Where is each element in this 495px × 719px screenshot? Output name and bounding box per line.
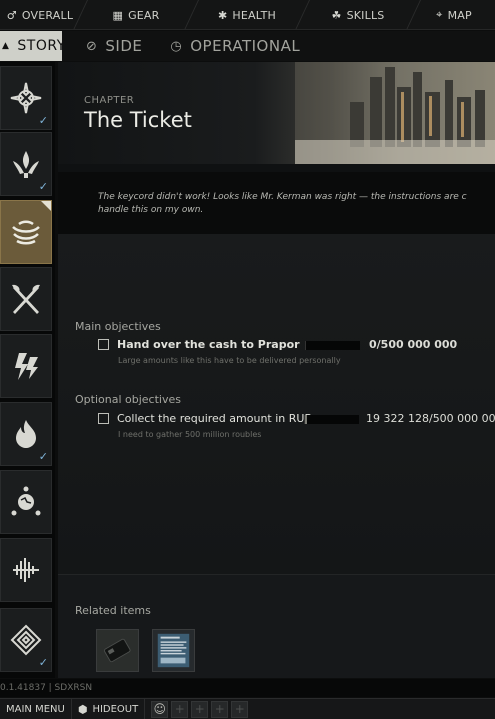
rail-item-8[interactable] [0,538,52,602]
main-objectives-title: Main objectives [75,320,161,333]
description-line-1: The keycord didn't work! Looks like Mr. … [98,192,467,202]
rail-item-7[interactable] [0,470,52,534]
globe-hands-icon [11,486,41,516]
story-icon: ▲ [2,41,10,51]
rail-item-3[interactable] [0,200,52,264]
tab-label: OPERATIONAL [190,37,301,55]
quest-type-tabs: ▲ STORY ⊘ SIDE ◷ OPERATIONAL [0,31,495,61]
maze-pattern-icon [10,624,42,656]
tab-health[interactable]: ✱ HEALTH [192,0,302,29]
objective-checkbox[interactable] [98,339,109,350]
tab-overall[interactable]: ♂ OVERALL [0,0,80,29]
gear-icon: ▦ [112,8,124,22]
main-menu-button[interactable]: MAIN MENU [0,698,72,719]
sea-waves-icon [12,220,40,245]
related-items-section: Related items [58,574,495,678]
empty-slot-icon[interactable]: + [171,700,189,718]
chapter-header: CHAPTER The Ticket [58,62,495,164]
tab-gear[interactable]: ▦ GEAR [81,0,191,29]
version-label: 0.1.41837 | SDXRSN [0,679,495,697]
objective-checkbox[interactable] [98,413,109,424]
chapter-rail: ✓ ✓ ✓ ✓ [0,62,55,678]
tab-story[interactable]: ▲ STORY [0,31,66,61]
tab-label: HEALTH [232,8,276,22]
document-item-icon [153,630,194,671]
keycard-item-icon [97,630,138,671]
related-items-title: Related items [75,604,151,617]
bottom-bar: MAIN MENU ⬢ HIDEOUT ☺ + + + + [0,698,495,719]
crossed-axes-icon [12,284,40,314]
skills-icon: ☘ [331,8,342,22]
empty-slot-icon[interactable]: + [211,700,229,718]
rail-item-9[interactable]: ✓ [0,608,52,672]
objective-count: 19 322 128/500 000 000 [366,412,495,425]
overall-icon: ♂ [6,8,17,22]
tab-label: OVERALL [21,8,74,22]
quest-panel: CHAPTER The Ticket The keycord didn't wo… [58,62,495,678]
tab-label: SKILLS [346,8,385,22]
sound-wave-icon [13,558,39,582]
wings-flame-icon [13,151,39,178]
hideout-label: HIDEOUT [92,703,139,715]
lightning-bolt-icon [15,353,38,380]
objective-text: Collect the required amount in RUB [117,412,312,425]
completed-check-icon: ✓ [38,180,48,193]
optional-objective-row: Collect the required amount in RUB [98,412,312,425]
rail-item-5[interactable] [0,334,52,398]
city-skyline-image [295,62,495,164]
rail-item-4[interactable] [0,267,52,331]
rail-item-2[interactable]: ✓ [0,132,52,196]
optional-objectives-title: Optional objectives [75,393,181,406]
compass-star-icon [10,82,42,114]
tab-label: MAP [447,8,472,22]
rail-item-6[interactable]: ✓ [0,402,52,466]
completed-check-icon: ✓ [38,656,48,669]
side-check-icon: ⊘ [86,38,98,54]
objectives-area: Main objectives Hand over the cash to Pr… [58,234,495,574]
objective-progress-bar [304,415,359,424]
top-tabs: ♂ OVERALL ▦ GEAR ✱ HEALTH ☘ SKILLS ⌖ MAP [0,0,495,30]
completed-check-icon: ✓ [38,450,48,463]
hideout-button[interactable]: ⬢ HIDEOUT [72,698,146,719]
empty-slot-icon[interactable]: + [231,700,249,718]
rail-item-1[interactable]: ✓ [0,66,52,130]
tab-label: STORY [17,38,66,54]
hideout-icon: ⬢ [77,702,88,716]
tab-label: SIDE [105,37,143,55]
chapter-title: The Ticket [84,108,192,132]
chapter-label: CHAPTER [84,95,135,106]
objective-note: I need to gather 500 million roubles [118,430,262,439]
main-objective-row: Hand over the cash to Prapor [98,338,300,351]
tab-side[interactable]: ⊘ SIDE [72,31,156,61]
related-item-keycard[interactable] [96,629,139,672]
objective-progress-bar [305,341,360,350]
chapter-description: The keycord didn't work! Looks like Mr. … [98,191,495,217]
objective-text: Hand over the cash to Prapor [117,338,300,351]
character-slot-icon[interactable]: ☺ [151,700,169,718]
objective-note: Large amounts like this have to be deliv… [118,356,341,365]
tab-label: GEAR [128,8,160,22]
completed-check-icon: ✓ [38,114,48,127]
main-menu-label: MAIN MENU [6,703,65,715]
tab-map[interactable]: ⌖ MAP [414,0,494,29]
tab-skills[interactable]: ☘ SKILLS [303,0,413,29]
progress-fill [305,415,308,424]
selected-corner-marker [41,201,51,211]
objective-count: 0/500 000 000 [369,338,458,351]
description-line-2: handle this on my own. [98,205,204,215]
tab-operational[interactable]: ◷ OPERATIONAL [156,31,314,61]
health-icon: ✱ [218,8,228,22]
empty-slot-icon[interactable]: + [191,700,209,718]
map-pin-icon: ⌖ [436,8,443,21]
clock-icon: ◷ [170,38,183,54]
fire-icon [16,420,36,448]
related-item-document[interactable] [152,629,195,672]
